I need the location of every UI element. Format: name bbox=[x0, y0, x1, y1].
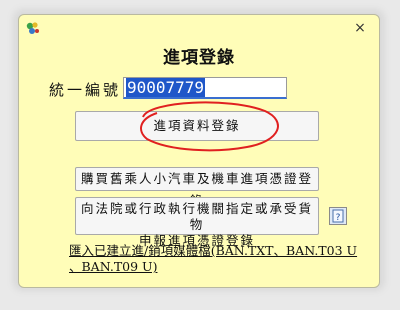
tax-id-label: 統一編號 bbox=[49, 81, 122, 99]
svg-text:?: ? bbox=[336, 213, 341, 223]
import-link-line1: 匯入已建立進/銷項媒體檔(BAN.TXT、BAN.T03 U bbox=[69, 243, 358, 258]
dialog-window: × 進項登錄 統一編號 90007779 進項資料登錄 購買舊乘人小汽車及機車進… bbox=[18, 14, 380, 288]
help-icon: ? bbox=[332, 209, 344, 223]
purchase-data-entry-label: 進項資料登錄 bbox=[153, 118, 241, 133]
import-link-line2: 、BAN.T09 U) bbox=[69, 259, 158, 274]
app-leaf-icon bbox=[26, 22, 39, 34]
used-vehicle-entry-button[interactable]: 購買舊乘人小汽車及機車進項憑證登錄 bbox=[75, 167, 319, 208]
tax-id-value: 90007779 bbox=[126, 78, 206, 97]
close-button[interactable]: × bbox=[349, 17, 371, 39]
court-goods-entry-label-line1: 向法院或行政執行機關指定或承受貨物 bbox=[80, 201, 313, 232]
dialog-title: 進項登錄 bbox=[163, 48, 235, 68]
tax-id-input[interactable]: 90007779 bbox=[123, 77, 287, 99]
purchase-data-entry-button[interactable]: 進項資料登錄 bbox=[75, 111, 319, 141]
court-goods-entry-button[interactable]: 向法院或行政執行機關指定或承受貨物 申報進項憑證登錄 bbox=[75, 197, 319, 248]
import-media-file-link[interactable]: 匯入已建立進/銷項媒體檔(BAN.TXT、BAN.T03 U 、BAN.T09 … bbox=[69, 243, 361, 275]
help-button[interactable]: ? bbox=[329, 207, 347, 225]
close-icon: × bbox=[354, 20, 366, 36]
